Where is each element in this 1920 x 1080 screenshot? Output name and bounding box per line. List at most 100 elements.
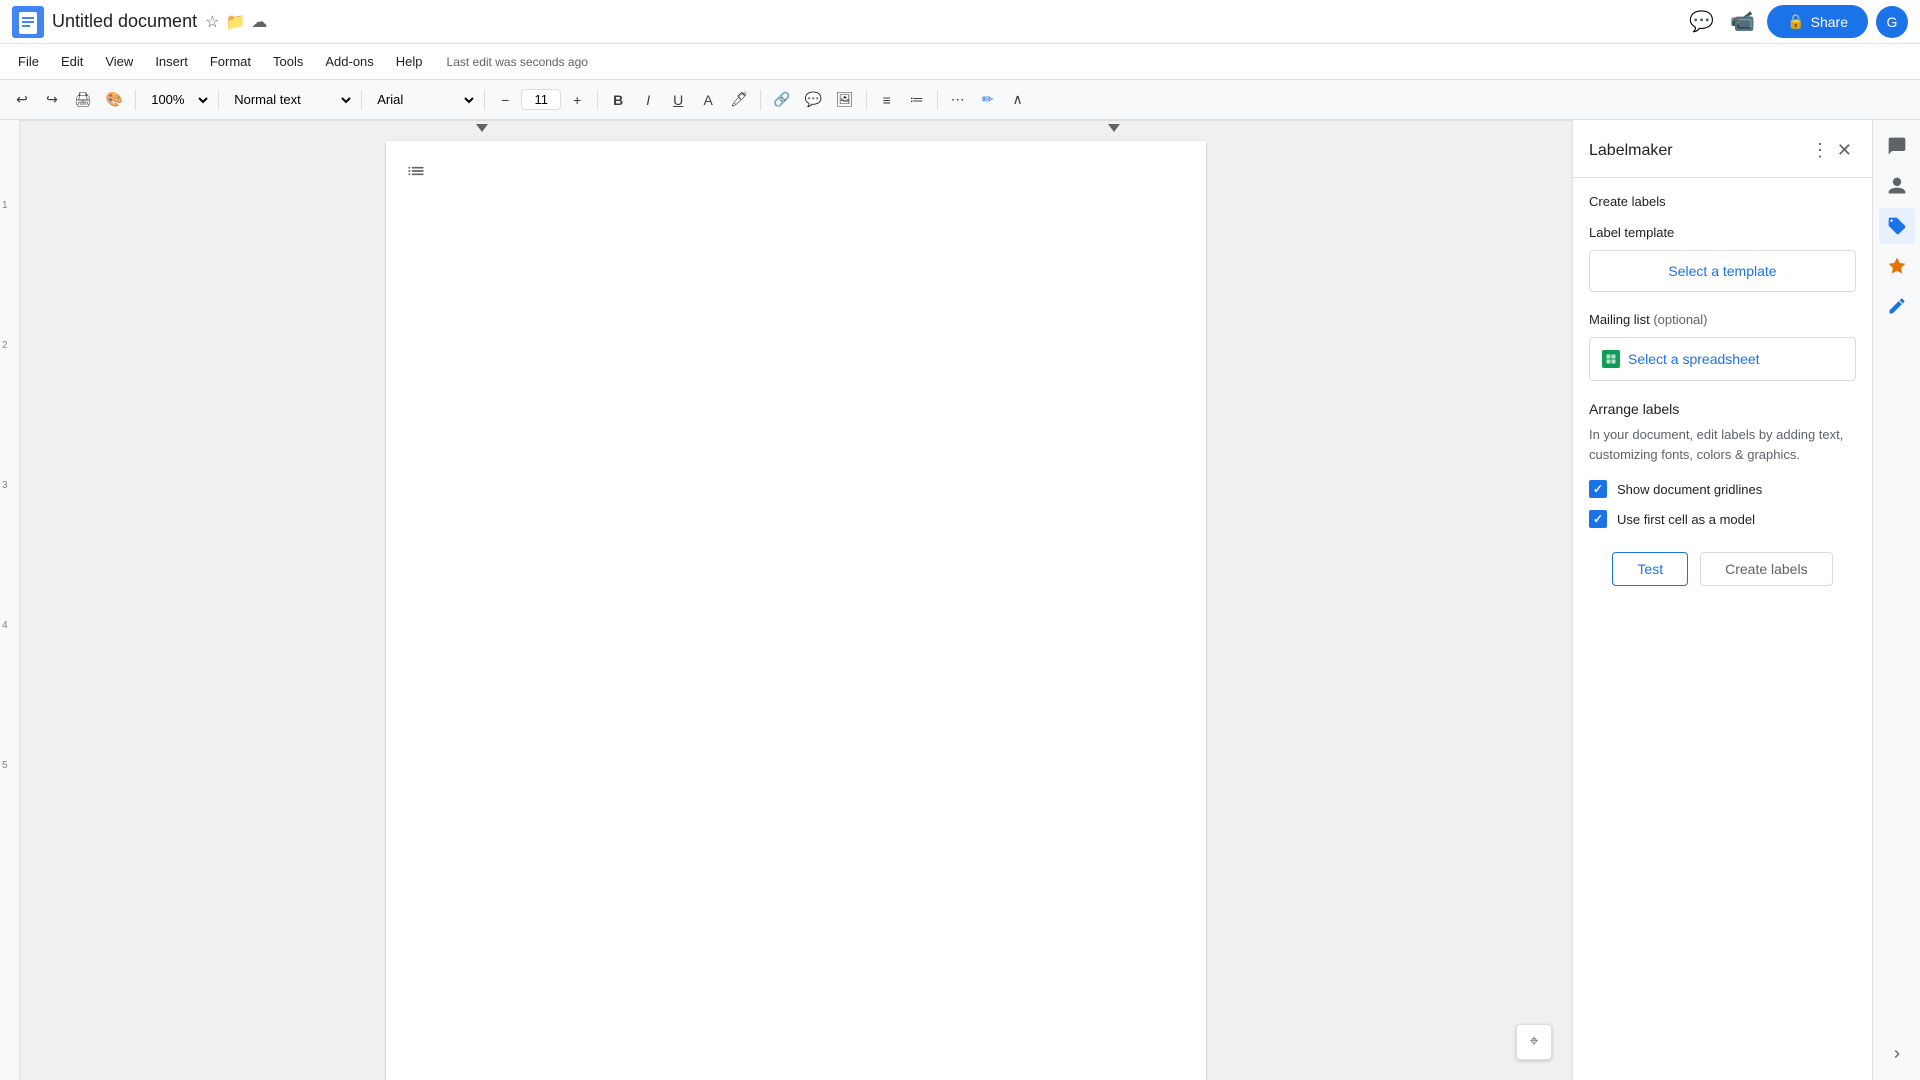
share-button[interactable]: 🔒 Share [1767,5,1868,38]
mailing-label-text: Mailing list [1589,312,1650,327]
font-select[interactable]: Arial [368,86,478,114]
panel-header: Labelmaker ⋮ ✕ [1573,120,1872,178]
right-comments-btn[interactable] [1879,128,1915,164]
avatar[interactable]: G [1876,6,1908,38]
margin-num-2: 2 [2,340,8,351]
font-size-increase-btn[interactable]: + [563,86,591,114]
redo-btn[interactable]: ↪ [38,86,66,114]
link-btn[interactable]: 🔗 [767,86,796,114]
test-button[interactable]: Test [1612,552,1688,586]
show-gridlines-checkbox[interactable] [1589,480,1607,498]
margin-num-1: 1 [2,200,8,211]
highlight-btn[interactable]: 🖊 [724,86,754,114]
panel-title: Labelmaker [1589,142,1807,160]
document-page[interactable] [386,141,1206,1080]
arrange-labels-title: Arrange labels [1589,401,1856,417]
menu-view[interactable]: View [95,50,143,73]
select-template-label: Select a template [1668,263,1776,279]
edit-btn[interactable]: ✏ [974,86,1002,114]
undo-btn[interactable]: ↩ [8,86,36,114]
use-first-cell-label: Use first cell as a model [1617,512,1755,527]
star-title-icon[interactable]: ☆ [205,12,219,32]
title-bar: Untitled document ☆ 📁 ☁ 💬 📹 🔒 Share G [0,0,1920,44]
select-spreadsheet-btn[interactable]: Select a spreadsheet [1589,337,1856,381]
last-edit-label: Last edit was seconds ago [447,55,588,69]
align-btn[interactable]: ≡ [873,86,901,114]
optional-label: (optional) [1653,312,1707,327]
save-icon[interactable]: 📁 [225,12,245,32]
font-size-input[interactable] [521,89,561,110]
meet-btn[interactable]: 📹 [1726,5,1759,38]
separator-1 [135,90,136,110]
create-labels-row: Create labels [1589,194,1856,209]
style-select[interactable]: Normal text [225,86,355,114]
zoom-select[interactable]: 100% [142,86,212,114]
use-first-cell-row: Use first cell as a model [1589,510,1856,528]
scroll-to-cursor-btn[interactable]: ⌖ [1516,1024,1552,1060]
show-gridlines-label: Show document gridlines [1617,482,1762,497]
separator-8 [937,90,938,110]
sheets-icon [1602,350,1620,368]
menu-help[interactable]: Help [386,50,433,73]
mailing-list-heading: Mailing list (optional) [1589,312,1856,327]
label-template-section: Label template Select a template [1589,225,1856,292]
ruler: 1 1 2 3 4 5 6 7 8 [20,120,1572,121]
use-first-cell-checkbox[interactable] [1589,510,1607,528]
separator-7 [866,90,867,110]
action-buttons: Test Create labels [1589,552,1856,586]
doc-area[interactable]: 1 1 2 3 4 5 6 7 8 ⌖ [20,120,1572,1080]
ruler-right-indent[interactable] [1108,124,1120,132]
underline-btn[interactable]: U [664,86,692,114]
right-labelmaker-btn[interactable] [1879,208,1915,244]
arrange-labels-section: Arrange labels In your document, edit la… [1589,401,1856,528]
menu-format[interactable]: Format [200,50,261,73]
paint-format-btn[interactable]: 🎨 [100,86,129,114]
menu-addons[interactable]: Add-ons [315,50,383,73]
left-margin: 1 2 3 4 5 [0,120,20,1080]
select-spreadsheet-label: Select a spreadsheet [1628,351,1760,367]
right-expand-btn[interactable] [1879,1036,1915,1072]
cloud-icon[interactable]: ☁ [251,12,267,32]
text-color-btn[interactable]: A [694,86,722,114]
print-btn[interactable]: 🖨 [68,86,98,114]
doc-title: Untitled document [52,11,197,32]
italic-btn[interactable]: I [634,86,662,114]
create-labels-label: Create labels [1589,194,1856,209]
menu-bar: File Edit View Insert Format Tools Add-o… [0,44,1920,80]
right-edit-btn[interactable] [1879,288,1915,324]
menu-edit[interactable]: Edit [51,50,93,73]
label-template-heading: Label template [1589,225,1856,240]
panel-menu-btn[interactable]: ⋮ [1807,136,1833,165]
menu-file[interactable]: File [8,50,49,73]
bold-btn[interactable]: B [604,86,632,114]
right-share-btn[interactable] [1879,168,1915,204]
list-btn[interactable]: ≔ [903,86,931,114]
main-area: 1 2 3 4 5 1 1 2 3 4 5 6 7 8 [0,120,1920,1080]
comment-btn[interactable]: 💬 [798,86,827,114]
arrange-labels-desc: In your document, edit labels by adding … [1589,425,1856,464]
toolbar: ↩ ↪ 🖨 🎨 100% Normal text Arial − + B I U… [0,80,1920,120]
separator-2 [218,90,219,110]
image-btn[interactable]: 🖼 [830,86,860,114]
menu-tools[interactable]: Tools [263,50,313,73]
doc-icon [12,6,44,38]
create-labels-button[interactable]: Create labels [1700,552,1833,586]
right-star-btn[interactable] [1879,248,1915,284]
show-gridlines-row: Show document gridlines [1589,480,1856,498]
ruler-left-indent[interactable] [476,124,488,132]
menu-insert[interactable]: Insert [145,50,198,73]
panel-close-btn[interactable]: ✕ [1833,136,1856,165]
doc-list-icon [406,161,426,186]
separator-5 [597,90,598,110]
font-size-decrease-btn[interactable]: − [491,86,519,114]
collapse-toolbar-btn[interactable]: ∧ [1004,86,1032,114]
more-btn[interactable]: ⋯ [944,86,972,114]
panel-content: Create labels Label template Select a te… [1573,178,1872,1080]
mailing-list-section: Mailing list (optional) Select a spreads… [1589,312,1856,381]
select-template-btn[interactable]: Select a template [1589,250,1856,292]
cursor-icon: ⌖ [1529,1033,1538,1051]
header-actions: 💬 📹 🔒 Share G [1685,5,1908,38]
labelmaker-panel: Labelmaker ⋮ ✕ Create labels Label templ… [1572,120,1872,1080]
share-label: Share [1811,14,1848,30]
comments-btn[interactable]: 💬 [1685,5,1718,38]
